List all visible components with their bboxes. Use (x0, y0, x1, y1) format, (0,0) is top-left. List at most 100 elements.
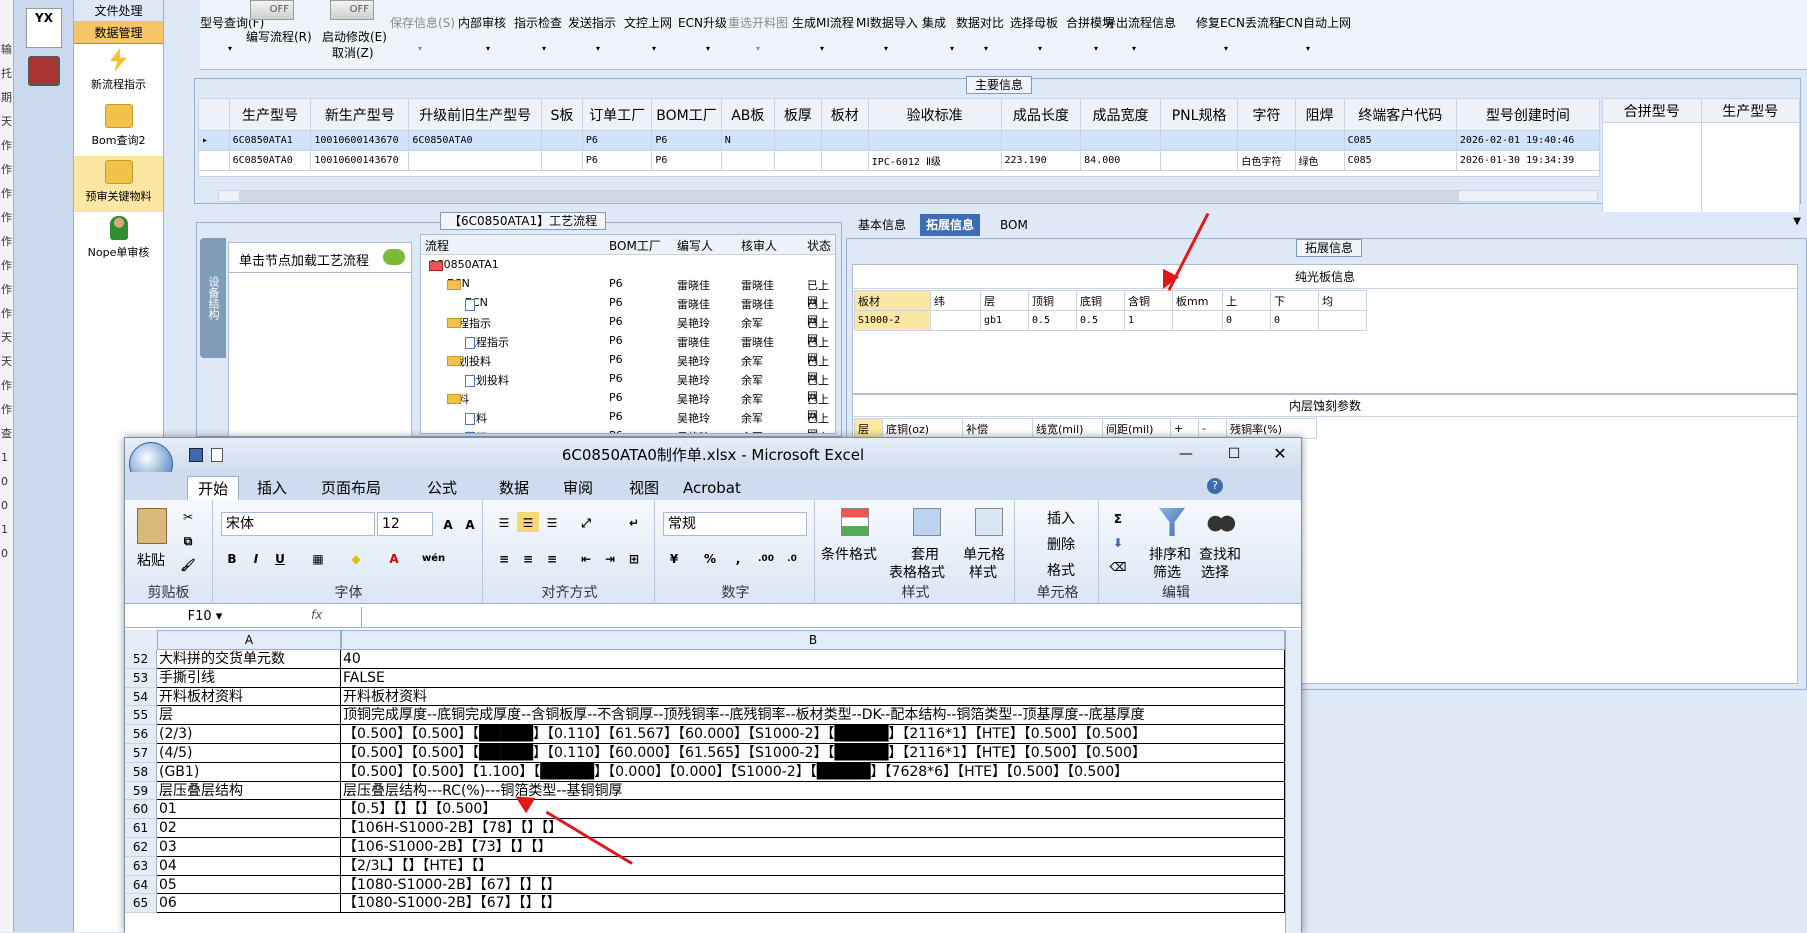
row-number[interactable]: 63 (125, 856, 157, 876)
sheet-row[interactable]: 55 层顶铜完成厚度--底铜完成厚度--含铜板厚--不含铜厚--顶残铜率--底残铜… (125, 706, 1285, 726)
column-header[interactable]: 板材 (820, 98, 869, 131)
cell-styles-icon[interactable] (975, 508, 1003, 536)
calculator-icon[interactable] (28, 56, 60, 86)
sheet-row[interactable]: 57 (4/5) 【0.500】【0.500】【█████】【0.110】【60.0… (125, 744, 1285, 763)
table-cell[interactable] (720, 150, 775, 171)
table-cell[interactable]: 绿色 (1294, 150, 1345, 171)
nav-item-new-flow[interactable]: 新流程指示 (74, 44, 163, 100)
chevron-down-icon[interactable]: ▼ (1793, 216, 1801, 227)
cell-styles-button-2[interactable]: 样式 (969, 562, 997, 582)
save-icon[interactable] (189, 448, 203, 462)
column-header[interactable]: 阻焊 (1294, 98, 1345, 131)
align-middle-icon[interactable]: ☰ (517, 512, 539, 532)
cell-b[interactable]: 【106-S1000-2B】【73】【】【】 (341, 838, 1285, 857)
process-side-tab[interactable]: 设备结构 (200, 238, 226, 358)
horizontal-scrollbar[interactable] (218, 190, 1598, 202)
column-header[interactable]: 顶铜 (1028, 290, 1077, 311)
indent-decrease-icon[interactable]: ⇤ (575, 548, 597, 568)
sheet-row[interactable]: 56 (2/3) 【0.500】【0.500】【█████】【0.110】【61.5… (125, 725, 1285, 744)
column-header[interactable]: 升级前旧生产型号 (408, 98, 543, 131)
merge-center-icon[interactable]: ⊞ (623, 548, 645, 568)
cell-styles-button-1[interactable]: 单元格 (963, 544, 1005, 564)
process-tree[interactable]: 流程BOM工厂编写人核审人状态6C0850ATA1ECNP6雷晓佳雷晓佳已上网E… (420, 234, 836, 434)
conditional-format-button[interactable]: 条件格式 (821, 544, 877, 564)
table-cell[interactable]: 2026-02-01 19:40:46 (1455, 130, 1601, 151)
table-cell[interactable] (541, 130, 583, 151)
cell-a[interactable]: (4/5) (157, 744, 341, 763)
percent-icon[interactable]: % (699, 548, 721, 568)
format-painter-icon[interactable]: 🖌 (177, 554, 199, 574)
tree-node[interactable]: ECNP6雷晓佳雷晓佳已上网 (421, 274, 835, 308)
table-cell[interactable] (773, 150, 822, 171)
column-a-header[interactable]: A (157, 630, 341, 650)
cell-a[interactable]: 01 (157, 800, 341, 820)
ribbon-tab[interactable]: 页面布局 (311, 476, 391, 500)
table-cell[interactable] (1294, 130, 1345, 151)
nav-header-data[interactable]: 数据管理 (74, 22, 163, 44)
column-header[interactable]: 字符 (1237, 98, 1296, 131)
phonetic-icon[interactable]: wén (421, 548, 445, 568)
table-format-icon[interactable] (913, 508, 941, 536)
table-cell[interactable]: 1 (1124, 310, 1173, 331)
tree-column-header[interactable]: 状态 (807, 237, 831, 254)
column-header[interactable]: 新生产型号 (310, 98, 410, 131)
table-cell[interactable]: 6C0850ATA1 (228, 130, 312, 151)
ribbon-tab[interactable]: 插入 (247, 476, 297, 500)
toggle-switch[interactable]: OFF (330, 0, 374, 20)
table-cell[interactable] (541, 150, 583, 171)
cell-b[interactable]: 【1080-S1000-2B】【67】【】【】 (341, 875, 1285, 895)
table-cell[interactable]: P6 (651, 150, 722, 171)
ribbon-tab[interactable]: 数据 (489, 476, 539, 500)
column-header[interactable]: 下 (1270, 290, 1319, 311)
copy-icon[interactable]: ⧉ (177, 530, 199, 550)
column-header[interactable]: - (1198, 418, 1227, 439)
tree-node[interactable]: 开料P6吴艳玲余军已上网 (421, 407, 835, 433)
find-select-button-2[interactable]: 选择 (1201, 562, 1229, 582)
row-number[interactable]: 59 (125, 781, 157, 801)
cell-b[interactable]: FALSE (341, 668, 1285, 688)
sheet-row[interactable]: 60 01 【0.5】【】【】【0.500】 (125, 800, 1285, 820)
cell-a[interactable]: 02 (157, 819, 341, 838)
row-number[interactable]: 64 (125, 875, 157, 895)
italic-icon[interactable]: I (245, 548, 267, 568)
ribbon-tab[interactable]: 审阅 (553, 476, 603, 500)
paste-button[interactable]: 粘贴 (137, 550, 165, 570)
orientation-icon[interactable]: ⤢ (575, 512, 597, 532)
format-button[interactable]: 格式 (1047, 560, 1075, 580)
column-header[interactable]: 纬 (930, 290, 981, 311)
grow-font-icon[interactable]: A (437, 514, 459, 534)
cell-b[interactable]: 【0.500】【0.500】【1.100】【█████】【0.000】【0.00… (341, 762, 1285, 782)
wrap-text-icon[interactable]: ↵ (623, 512, 645, 532)
table-cell[interactable]: IPC-6012 Ⅱ级 (867, 150, 1002, 171)
right-tab[interactable]: 拓展信息 (920, 214, 981, 236)
table-cell[interactable] (1080, 130, 1161, 151)
sheet-row[interactable]: 62 03 【106-S1000-2B】【73】【】【】 (125, 838, 1285, 857)
column-header[interactable]: 底铜 (1076, 290, 1125, 311)
underline-icon[interactable]: U (269, 548, 291, 568)
cell-a[interactable]: 手撕引线 (157, 668, 341, 688)
row-number[interactable]: 58 (125, 762, 157, 782)
table-cell[interactable]: 0 (1270, 310, 1319, 331)
worksheet[interactable]: 52 大料拼的交货单元数 40 53 手撕引线 FALSE 54 开料板材资料 开料板材资料 55… (125, 650, 1285, 933)
cell-a[interactable]: 开料板材资料 (157, 687, 341, 707)
tree-column-header[interactable]: 流程 (425, 237, 449, 254)
column-header[interactable]: 层 (854, 418, 883, 439)
cell-b[interactable]: 【0.500】【0.500】【█████】【0.110】【60.000】【61.… (341, 744, 1285, 763)
cut-icon[interactable]: ✂ (177, 506, 199, 526)
vertical-scrollbar[interactable] (1285, 630, 1301, 933)
table-row[interactable]: S1000-2 gb1 0.5 0.5 1 0 0 (854, 310, 1367, 331)
table-row[interactable]: ▸ 6C0850ATA1 10010600143670 6C0850ATA0 P6 P6 N… (198, 130, 1601, 151)
tree-column-header[interactable]: 编写人 (677, 237, 713, 254)
indent-increase-icon[interactable]: ⇥ (599, 548, 621, 568)
app-logo[interactable]: YX (26, 8, 62, 48)
table-cell[interactable]: C085 (1343, 130, 1457, 151)
new-doc-icon[interactable] (211, 448, 223, 462)
table-cell[interactable] (1172, 310, 1223, 331)
process-hint-box[interactable]: 单击节点加载工艺流程 (228, 242, 412, 437)
paste-icon[interactable] (137, 508, 167, 544)
table-cell[interactable]: C085 (1343, 150, 1457, 171)
table-cell[interactable]: P6 (581, 150, 653, 171)
column-header[interactable]: 生产型号 (228, 98, 312, 131)
table-cell[interactable] (408, 150, 543, 171)
cell-b[interactable]: 【0.500】【0.500】【█████】【0.110】【61.567】【60.… (341, 725, 1285, 744)
